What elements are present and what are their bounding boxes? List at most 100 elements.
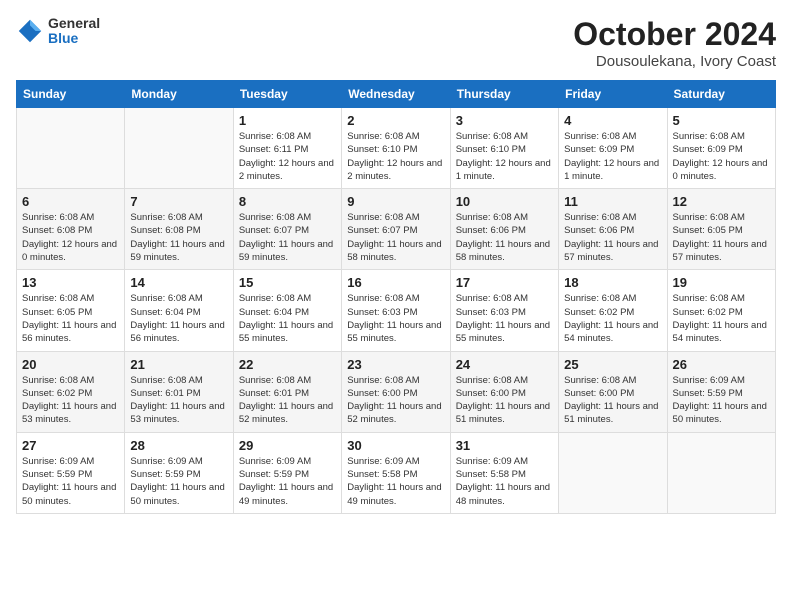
day-info: Sunrise: 6:08 AM Sunset: 6:02 PM Dayligh…	[673, 292, 770, 345]
calendar-cell: 1 Sunrise: 6:08 AM Sunset: 6:11 PM Daylig…	[233, 108, 341, 189]
day-info: Sunrise: 6:08 AM Sunset: 6:07 PM Dayligh…	[347, 211, 444, 264]
calendar-cell	[667, 432, 775, 513]
day-number: 11	[564, 194, 661, 209]
day-info: Sunrise: 6:08 AM Sunset: 6:03 PM Dayligh…	[347, 292, 444, 345]
day-info: Sunrise: 6:08 AM Sunset: 6:09 PM Dayligh…	[673, 130, 770, 183]
calendar-cell: 28 Sunrise: 6:09 AM Sunset: 5:59 PM Dayli…	[125, 432, 233, 513]
day-number: 24	[456, 357, 553, 372]
day-number: 8	[239, 194, 336, 209]
day-number: 28	[130, 438, 227, 453]
day-number: 25	[564, 357, 661, 372]
calendar-cell: 16 Sunrise: 6:08 AM Sunset: 6:03 PM Dayli…	[342, 270, 450, 351]
calendar-cell: 8 Sunrise: 6:08 AM Sunset: 6:07 PM Daylig…	[233, 189, 341, 270]
day-info: Sunrise: 6:09 AM Sunset: 5:59 PM Dayligh…	[673, 374, 770, 427]
day-number: 4	[564, 113, 661, 128]
calendar-cell: 30 Sunrise: 6:09 AM Sunset: 5:58 PM Dayli…	[342, 432, 450, 513]
calendar-header-row: SundayMondayTuesdayWednesdayThursdayFrid…	[17, 81, 776, 108]
day-info: Sunrise: 6:09 AM Sunset: 5:58 PM Dayligh…	[347, 455, 444, 508]
calendar-table: SundayMondayTuesdayWednesdayThursdayFrid…	[16, 80, 776, 514]
day-info: Sunrise: 6:08 AM Sunset: 6:05 PM Dayligh…	[673, 211, 770, 264]
calendar-cell: 22 Sunrise: 6:08 AM Sunset: 6:01 PM Dayli…	[233, 351, 341, 432]
day-number: 18	[564, 275, 661, 290]
calendar-week-2: 6Sunrise: 6:08 AM Sunset: 6:08 PM Daylig…	[17, 189, 776, 270]
day-info: Sunrise: 6:08 AM Sunset: 6:10 PM Dayligh…	[456, 130, 553, 183]
calendar-cell: 19 Sunrise: 6:08 AM Sunset: 6:02 PM Dayli…	[667, 270, 775, 351]
calendar-cell: 10Sunrise: 6:08 AM Sunset: 6:06 PM Dayli…	[450, 189, 558, 270]
calendar-cell	[17, 108, 125, 189]
logo-blue-text: Blue	[48, 31, 100, 46]
calendar-header-thursday: Thursday	[450, 81, 558, 108]
page-title: October 2024	[573, 16, 776, 53]
day-info: Sunrise: 6:08 AM Sunset: 6:03 PM Dayligh…	[456, 292, 553, 345]
day-info: Sunrise: 6:08 AM Sunset: 6:05 PM Dayligh…	[22, 292, 119, 345]
calendar-cell: 25Sunrise: 6:08 AM Sunset: 6:00 PM Dayli…	[559, 351, 667, 432]
calendar-cell: 13 Sunrise: 6:08 AM Sunset: 6:05 PM Dayli…	[17, 270, 125, 351]
day-number: 19	[673, 275, 770, 290]
calendar-cell: 23Sunrise: 6:08 AM Sunset: 6:00 PM Dayli…	[342, 351, 450, 432]
calendar-cell	[559, 432, 667, 513]
day-number: 12	[673, 194, 770, 209]
page-subtitle: Dousoulekana, Ivory Coast	[573, 53, 776, 70]
day-number: 22	[239, 357, 336, 372]
day-info: Sunrise: 6:09 AM Sunset: 5:59 PM Dayligh…	[130, 455, 227, 508]
page-header: General Blue October 2024 Dousoulekana, …	[16, 16, 776, 70]
calendar-cell: 6Sunrise: 6:08 AM Sunset: 6:08 PM Daylig…	[17, 189, 125, 270]
calendar-week-1: 1 Sunrise: 6:08 AM Sunset: 6:11 PM Daylig…	[17, 108, 776, 189]
calendar-cell: 18Sunrise: 6:08 AM Sunset: 6:02 PM Dayli…	[559, 270, 667, 351]
calendar-week-4: 20 Sunrise: 6:08 AM Sunset: 6:02 PM Dayli…	[17, 351, 776, 432]
day-info: Sunrise: 6:08 AM Sunset: 6:07 PM Dayligh…	[239, 211, 336, 264]
day-number: 7	[130, 194, 227, 209]
calendar-cell: 26 Sunrise: 6:09 AM Sunset: 5:59 PM Dayli…	[667, 351, 775, 432]
day-number: 20	[22, 357, 119, 372]
day-number: 10	[456, 194, 553, 209]
calendar-header-tuesday: Tuesday	[233, 81, 341, 108]
day-number: 27	[22, 438, 119, 453]
day-info: Sunrise: 6:08 AM Sunset: 6:06 PM Dayligh…	[564, 211, 661, 264]
calendar-week-3: 13 Sunrise: 6:08 AM Sunset: 6:05 PM Dayli…	[17, 270, 776, 351]
calendar-header-friday: Friday	[559, 81, 667, 108]
logo-icon	[16, 17, 44, 45]
calendar-cell: 11 Sunrise: 6:08 AM Sunset: 6:06 PM Dayli…	[559, 189, 667, 270]
calendar-cell: 20 Sunrise: 6:08 AM Sunset: 6:02 PM Dayli…	[17, 351, 125, 432]
day-info: Sunrise: 6:08 AM Sunset: 6:04 PM Dayligh…	[239, 292, 336, 345]
day-info: Sunrise: 6:08 AM Sunset: 6:10 PM Dayligh…	[347, 130, 444, 183]
day-number: 26	[673, 357, 770, 372]
day-number: 3	[456, 113, 553, 128]
day-info: Sunrise: 6:08 AM Sunset: 6:00 PM Dayligh…	[456, 374, 553, 427]
day-info: Sunrise: 6:08 AM Sunset: 6:02 PM Dayligh…	[22, 374, 119, 427]
day-number: 21	[130, 357, 227, 372]
calendar-cell: 17 Sunrise: 6:08 AM Sunset: 6:03 PM Dayli…	[450, 270, 558, 351]
calendar-cell: 29 Sunrise: 6:09 AM Sunset: 5:59 PM Dayli…	[233, 432, 341, 513]
calendar-week-5: 27 Sunrise: 6:09 AM Sunset: 5:59 PM Dayli…	[17, 432, 776, 513]
logo-general-text: General	[48, 16, 100, 31]
calendar-header-saturday: Saturday	[667, 81, 775, 108]
day-number: 16	[347, 275, 444, 290]
day-info: Sunrise: 6:09 AM Sunset: 5:58 PM Dayligh…	[456, 455, 553, 508]
calendar-cell: 31 Sunrise: 6:09 AM Sunset: 5:58 PM Dayli…	[450, 432, 558, 513]
day-info: Sunrise: 6:08 AM Sunset: 6:01 PM Dayligh…	[130, 374, 227, 427]
day-info: Sunrise: 6:08 AM Sunset: 6:08 PM Dayligh…	[22, 211, 119, 264]
day-number: 17	[456, 275, 553, 290]
calendar-cell: 2Sunrise: 6:08 AM Sunset: 6:10 PM Daylig…	[342, 108, 450, 189]
logo: General Blue	[16, 16, 100, 47]
calendar-header-wednesday: Wednesday	[342, 81, 450, 108]
day-number: 5	[673, 113, 770, 128]
day-number: 13	[22, 275, 119, 290]
day-number: 31	[456, 438, 553, 453]
day-info: Sunrise: 6:08 AM Sunset: 6:01 PM Dayligh…	[239, 374, 336, 427]
calendar-cell: 15 Sunrise: 6:08 AM Sunset: 6:04 PM Dayli…	[233, 270, 341, 351]
day-number: 29	[239, 438, 336, 453]
calendar-cell: 27 Sunrise: 6:09 AM Sunset: 5:59 PM Dayli…	[17, 432, 125, 513]
calendar-header-monday: Monday	[125, 81, 233, 108]
day-number: 1	[239, 113, 336, 128]
day-number: 14	[130, 275, 227, 290]
day-info: Sunrise: 6:09 AM Sunset: 5:59 PM Dayligh…	[239, 455, 336, 508]
day-info: Sunrise: 6:08 AM Sunset: 6:00 PM Dayligh…	[347, 374, 444, 427]
calendar-cell	[125, 108, 233, 189]
calendar-header-sunday: Sunday	[17, 81, 125, 108]
day-number: 30	[347, 438, 444, 453]
day-number: 15	[239, 275, 336, 290]
calendar-cell: 3 Sunrise: 6:08 AM Sunset: 6:10 PM Daylig…	[450, 108, 558, 189]
day-info: Sunrise: 6:08 AM Sunset: 6:11 PM Dayligh…	[239, 130, 336, 183]
day-info: Sunrise: 6:09 AM Sunset: 5:59 PM Dayligh…	[22, 455, 119, 508]
